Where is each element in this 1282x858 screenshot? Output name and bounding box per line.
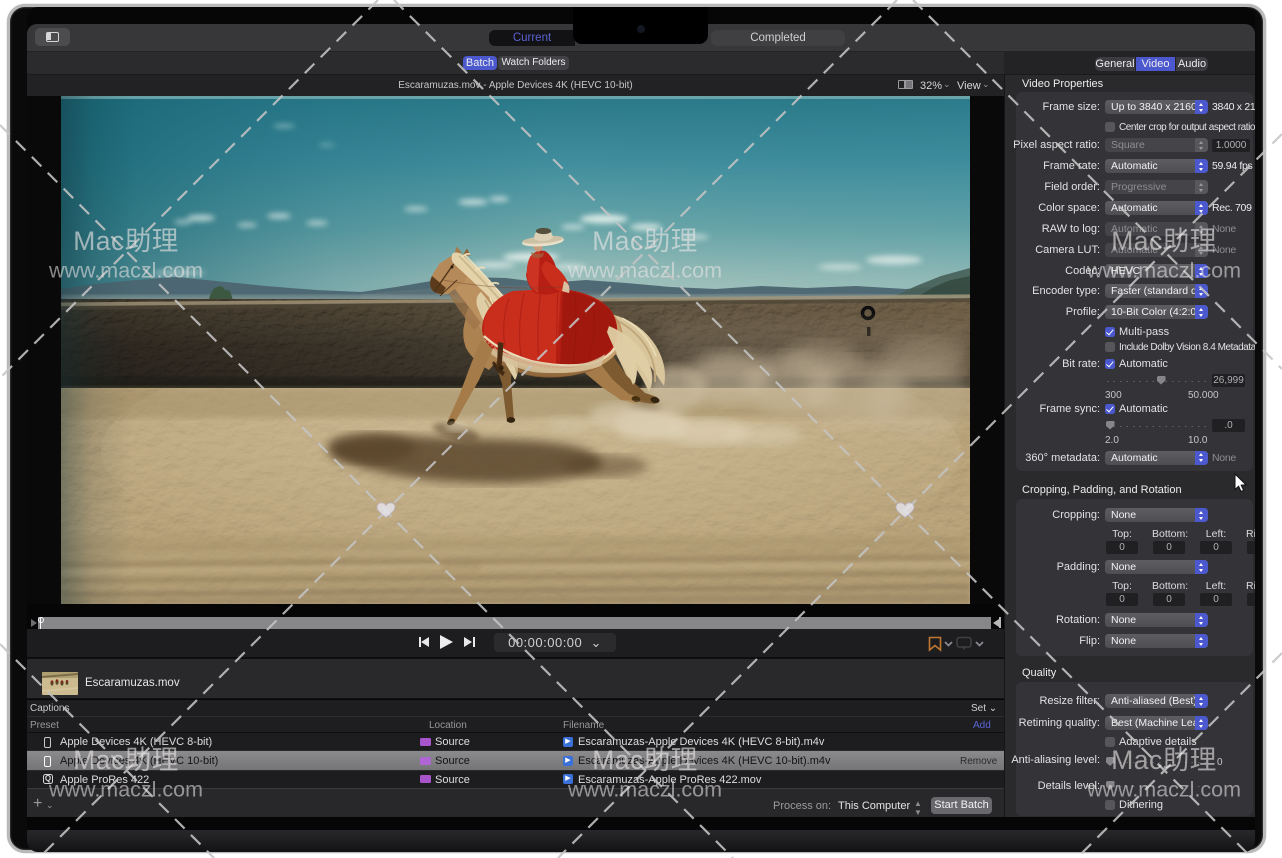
svg-text:www.maczl.com: www.maczl.com (48, 259, 203, 283)
svg-text:Mac助理: Mac助理 (73, 745, 179, 775)
svg-text:www.maczl.com: www.maczl.com (1086, 259, 1241, 283)
svg-text:www.maczl.com: www.maczl.com (567, 778, 722, 802)
svg-text:Mac助理: Mac助理 (73, 226, 179, 256)
svg-text:Mac助理: Mac助理 (1111, 745, 1217, 775)
svg-text:www.maczl.com: www.maczl.com (1086, 778, 1241, 802)
svg-text:Mac助理: Mac助理 (1111, 226, 1217, 256)
svg-text:www.maczl.com: www.maczl.com (48, 778, 203, 802)
svg-text:www.maczl.com: www.maczl.com (567, 259, 722, 283)
svg-text:Mac助理: Mac助理 (592, 226, 698, 256)
svg-text:Mac助理: Mac助理 (592, 745, 698, 775)
